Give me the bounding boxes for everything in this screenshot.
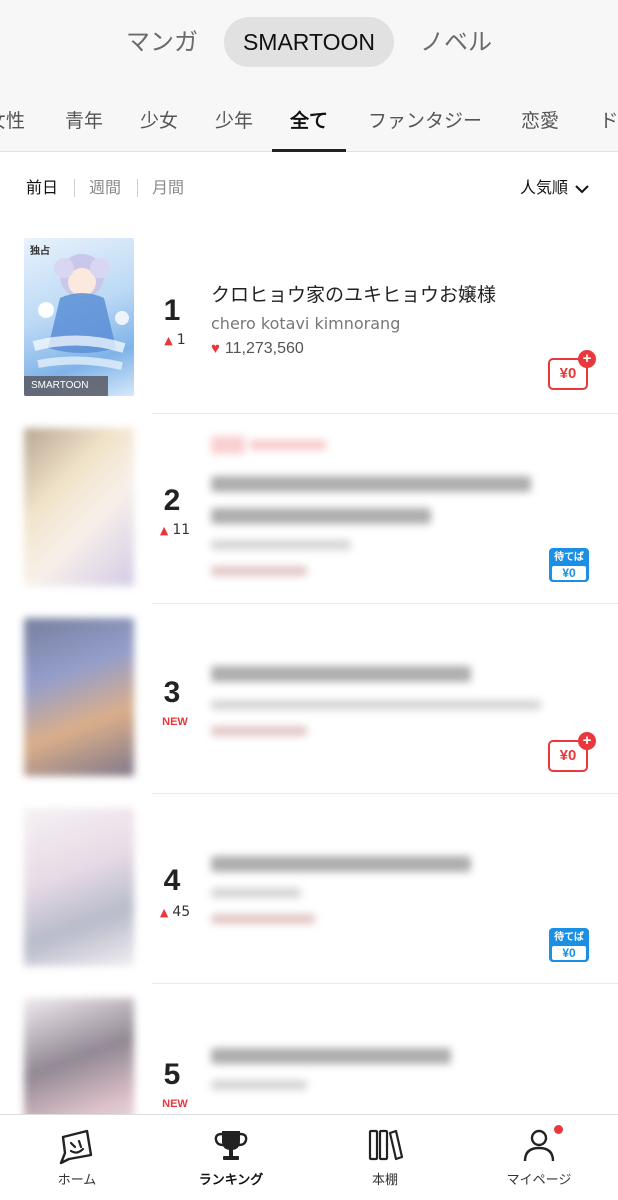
nav-home-label: ホーム — [57, 1173, 97, 1188]
rank-change-value: 1 — [176, 332, 186, 348]
nav-ranking-label: ランキング — [198, 1173, 264, 1188]
bookshelf-icon — [368, 1129, 404, 1161]
plus-icon: + — [578, 732, 596, 750]
divider — [137, 179, 138, 197]
redacted-title — [211, 476, 531, 492]
redacted-likes — [211, 726, 307, 736]
cover-thumbnail[interactable] — [24, 428, 134, 586]
rank-change: ▲ 11 — [150, 522, 200, 538]
notification-dot — [554, 1125, 563, 1134]
divider — [74, 179, 75, 197]
period-daily[interactable]: 前日 — [26, 172, 58, 204]
nav-bookshelf[interactable]: 本棚 — [308, 1115, 462, 1200]
wait-free-badge[interactable]: 待てば ¥0 — [549, 548, 589, 582]
redacted-tag — [250, 440, 326, 450]
genre-tab-seinen[interactable]: 青年 — [62, 96, 106, 152]
rank-up-icon: ▲ — [159, 906, 169, 919]
rank-change-value: 45 — [172, 904, 191, 920]
top-header: マンガ SMARTOON ノベル 女性 青年 少女 少年 全て ファンタジー 恋… — [0, 0, 618, 152]
redacted-title — [211, 508, 431, 524]
nav-ranking[interactable]: ランキング — [154, 1115, 308, 1200]
chevron-down-icon — [575, 184, 589, 193]
redacted-likes — [211, 566, 307, 576]
wait-badge-label: 待てば — [554, 932, 584, 943]
rank-new-label: NEW — [162, 716, 188, 728]
redacted-title — [211, 1048, 451, 1064]
cover-thumbnail[interactable] — [24, 618, 134, 776]
nav-mypage[interactable]: マイページ — [462, 1115, 616, 1200]
ranking-item-1[interactable]: 独占 SMARTOON 1 ▲ 1 クロヒョウ家のユキヒョウお嬢様 chero k… — [0, 224, 618, 414]
nav-mypage-label: マイページ — [506, 1173, 572, 1188]
rank-number: 1 — [163, 294, 181, 327]
wait-badge-price: ¥0 — [552, 946, 586, 960]
redacted-likes — [211, 914, 315, 924]
plus-icon: + — [578, 350, 596, 368]
rank-up-icon: ▲ — [164, 334, 173, 347]
series-title[interactable]: クロヒョウ家のユキヒョウお嬢様 — [211, 280, 591, 310]
like-count-value: 11,273,560 — [224, 340, 304, 357]
rank-number: 4 — [163, 864, 181, 897]
genre-tab-shoujo[interactable]: 少女 — [137, 96, 181, 152]
genre-tab-fantasy[interactable]: ファンタジー — [364, 96, 486, 152]
heart-icon: ♥ — [211, 340, 220, 357]
free-badge[interactable]: ¥0 + — [548, 732, 596, 772]
sort-dropdown[interactable]: 人気順 — [520, 172, 590, 204]
redacted-tag — [211, 436, 245, 454]
home-icon — [59, 1129, 93, 1165]
genre-tab-shounen[interactable]: 少年 — [212, 96, 256, 152]
redacted-author — [211, 700, 541, 710]
genre-tab-all[interactable]: 全て — [272, 96, 346, 152]
ranking-item-4[interactable]: 4 ▲ 45 待てば ¥0 — [0, 794, 618, 984]
free-badge-label: ¥0 — [559, 365, 577, 382]
user-icon — [523, 1129, 555, 1162]
nav-home[interactable]: ホーム — [0, 1115, 154, 1200]
period-monthly[interactable]: 月間 — [152, 172, 184, 204]
wait-badge-label: 待てば — [554, 552, 584, 563]
rank-up-icon: ▲ — [159, 524, 169, 537]
rank-new-label: NEW — [162, 1098, 188, 1110]
redacted-title — [211, 666, 471, 682]
trophy-icon — [214, 1131, 248, 1160]
like-count: ♥ 11,273,560 — [211, 340, 304, 358]
tab-smartoon[interactable]: SMARTOON — [224, 17, 394, 67]
wait-free-badge[interactable]: 待てば ¥0 — [549, 928, 589, 962]
tab-manga[interactable]: マンガ — [118, 17, 206, 67]
ranking-item-3[interactable]: 3 NEW ¥0 + — [0, 604, 618, 794]
tab-novel[interactable]: ノベル — [412, 17, 500, 67]
cover-thumbnail[interactable]: 独占 SMARTOON — [24, 238, 134, 396]
bottom-navigation: ホーム ランキング 本棚 マイページ — [0, 1114, 618, 1200]
redacted-author — [211, 888, 301, 898]
rank-number: 2 — [163, 484, 181, 517]
period-weekly[interactable]: 週間 — [89, 172, 121, 204]
genre-tab-romance[interactable]: 恋愛 — [518, 96, 562, 152]
genre-tab-drama[interactable]: ド — [594, 96, 618, 152]
rank-change: ▲ 1 — [150, 332, 200, 348]
ranking-item-2[interactable]: 2 ▲ 11 待てば ¥0 — [0, 414, 618, 604]
main-category-tabs: マンガ SMARTOON ノベル — [0, 17, 618, 67]
rank-change-value: 11 — [172, 522, 191, 538]
wait-badge-price: ¥0 — [552, 566, 586, 580]
free-badge-label: ¥0 — [559, 747, 577, 764]
genre-tab-josei[interactable]: 女性 — [0, 96, 32, 152]
period-filter: 前日 週間 月間 人気順 — [0, 172, 618, 204]
redacted-author — [211, 540, 351, 550]
cover-art — [32, 254, 129, 370]
sort-label: 人気順 — [519, 178, 568, 197]
nav-bookshelf-label: 本棚 — [371, 1173, 398, 1188]
rank-number: 3 — [163, 676, 181, 709]
redacted-title — [211, 856, 471, 872]
cover-thumbnail[interactable] — [24, 808, 134, 966]
genre-tabs: 女性 青年 少女 少年 全て ファンタジー 恋愛 ド — [0, 96, 618, 152]
rank-change: ▲ 45 — [150, 904, 200, 920]
redacted-author — [211, 1080, 307, 1090]
free-badge[interactable]: ¥0 + — [548, 350, 596, 390]
exclusive-label: 独占 — [30, 246, 50, 257]
rank-number: 5 — [163, 1058, 181, 1091]
smartoon-label: SMARTOON — [24, 376, 108, 396]
series-author: chero kotavi kimnorang — [211, 314, 401, 333]
